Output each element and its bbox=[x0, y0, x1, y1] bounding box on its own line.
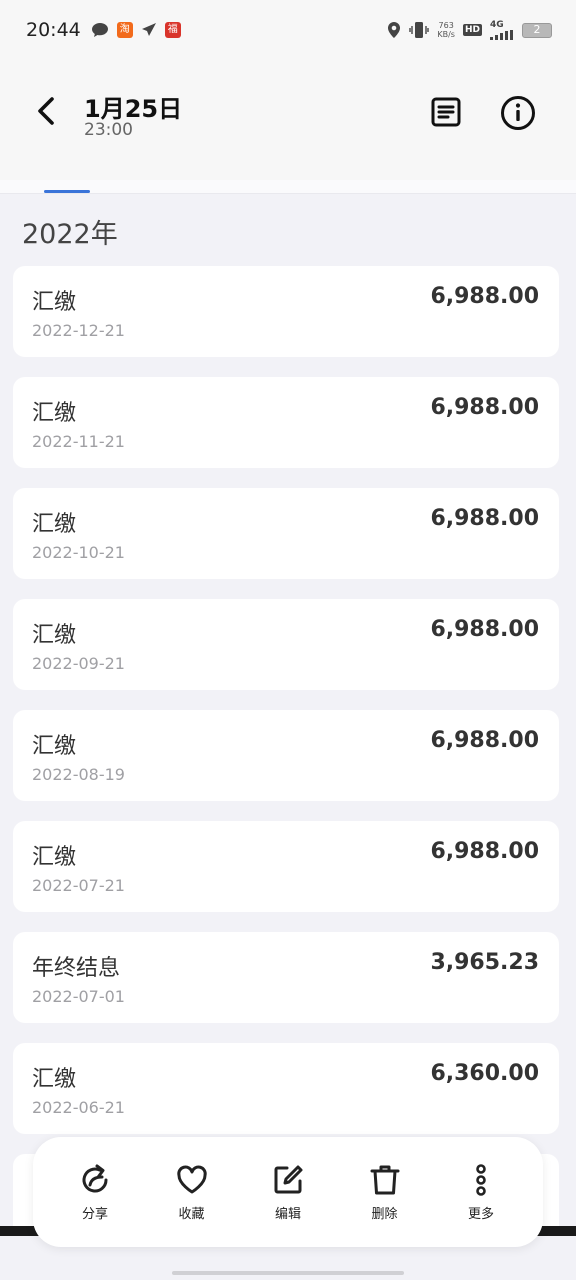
record-date: 2022-08-19 bbox=[32, 765, 125, 784]
page-subtitle-time: 23:00 bbox=[84, 120, 133, 140]
home-indicator[interactable] bbox=[172, 1271, 404, 1275]
record-type: 汇缴 bbox=[32, 290, 77, 315]
edit-label: 编辑 bbox=[274, 1207, 301, 1222]
year-heading: 2022年 bbox=[22, 219, 118, 250]
record-type: 汇缴 bbox=[32, 1067, 77, 1092]
status-time: 20:44 bbox=[26, 19, 81, 41]
record-type: 年终结息 bbox=[32, 956, 121, 981]
vibrate-icon bbox=[409, 21, 430, 39]
list-item[interactable]: 年终结息 2022-07-01 3,965.23 bbox=[13, 932, 559, 1023]
share-label: 分享 bbox=[81, 1207, 108, 1222]
delete-label: 删除 bbox=[371, 1207, 398, 1222]
action-bar: 分享 收藏 编辑 删除 更多 bbox=[33, 1137, 543, 1247]
document-icon bbox=[431, 97, 461, 127]
heart-icon bbox=[176, 1165, 207, 1194]
trash-icon bbox=[370, 1165, 399, 1195]
list-item[interactable]: 汇缴 2022-10-21 6,988.00 bbox=[13, 488, 559, 579]
record-type: 汇缴 bbox=[32, 845, 77, 870]
record-amount: 6,360.00 bbox=[430, 1061, 539, 1086]
list-item[interactable]: 汇缴 2022-12-21 6,988.00 bbox=[13, 266, 559, 357]
status-system-icons: 763 KB/s HD 4G 2 bbox=[387, 19, 552, 40]
more-icon bbox=[476, 1164, 486, 1196]
back-button[interactable] bbox=[32, 94, 62, 128]
record-amount: 6,988.00 bbox=[430, 506, 539, 531]
send-arrow-icon bbox=[141, 22, 157, 38]
network-type: 4G bbox=[490, 19, 504, 30]
favorite-button[interactable]: 收藏 bbox=[160, 1137, 224, 1247]
tab-indicator bbox=[44, 190, 90, 193]
list-item[interactable]: 汇缴 2022-11-21 6,988.00 bbox=[13, 377, 559, 468]
record-date: 2022-11-21 bbox=[32, 432, 125, 451]
list-item[interactable]: 汇缴 2022-06-21 6,360.00 bbox=[13, 1043, 559, 1134]
back-arrow-icon bbox=[38, 97, 54, 125]
more-button[interactable]: 更多 bbox=[449, 1137, 513, 1247]
status-notification-icons: 淘 福 bbox=[91, 22, 181, 38]
hd-voice-badge: HD bbox=[462, 24, 482, 36]
location-icon bbox=[387, 21, 401, 39]
edit-button[interactable]: 编辑 bbox=[256, 1137, 320, 1247]
battery-icon: 2 bbox=[522, 22, 552, 38]
record-date: 2022-09-21 bbox=[32, 654, 125, 673]
record-list: 汇缴 2022-12-21 6,988.00 汇缴 2022-11-21 6,9… bbox=[13, 266, 559, 1265]
favorite-label: 收藏 bbox=[178, 1207, 205, 1222]
record-type: 汇缴 bbox=[32, 512, 77, 537]
details-button[interactable] bbox=[430, 96, 462, 128]
list-item[interactable]: 汇缴 2022-07-21 6,988.00 bbox=[13, 821, 559, 912]
record-date: 2022-06-21 bbox=[32, 1098, 125, 1117]
share-button[interactable]: 分享 bbox=[63, 1137, 127, 1247]
info-button[interactable] bbox=[500, 95, 536, 131]
network-speed-value: 763 bbox=[438, 21, 454, 30]
record-date: 2022-10-21 bbox=[32, 543, 125, 562]
record-amount: 6,988.00 bbox=[430, 839, 539, 864]
network-speed-unit: KB/s bbox=[437, 30, 455, 39]
page-title: 1月25日 bbox=[84, 95, 183, 123]
more-label: 更多 bbox=[467, 1207, 494, 1222]
network-speed: 763 KB/s bbox=[437, 21, 455, 39]
record-date: 2022-07-01 bbox=[32, 987, 125, 1006]
record-type: 汇缴 bbox=[32, 623, 77, 648]
record-amount: 3,965.23 bbox=[430, 950, 539, 975]
record-type: 汇缴 bbox=[32, 401, 77, 426]
record-amount: 6,988.00 bbox=[430, 284, 539, 309]
share-icon bbox=[82, 1164, 108, 1193]
tab-strip bbox=[0, 180, 576, 194]
list-item[interactable]: 汇缴 2022-08-19 6,988.00 bbox=[13, 710, 559, 801]
info-icon bbox=[501, 96, 535, 130]
list-item[interactable]: 汇缴 2022-09-21 6,988.00 bbox=[13, 599, 559, 690]
taobao-app-icon: 淘 bbox=[116, 22, 133, 38]
fortune-app-icon: 福 bbox=[164, 22, 181, 38]
record-date: 2022-07-21 bbox=[32, 876, 125, 895]
edit-icon bbox=[274, 1165, 303, 1194]
delete-button[interactable]: 删除 bbox=[353, 1137, 417, 1247]
record-amount: 6,988.00 bbox=[430, 728, 539, 753]
record-date: 2022-12-21 bbox=[32, 321, 125, 340]
app-header: 1月25日 23:00 bbox=[0, 60, 576, 180]
signal-icon: 4G bbox=[490, 19, 514, 40]
record-type: 汇缴 bbox=[32, 734, 77, 759]
record-amount: 6,988.00 bbox=[430, 617, 539, 642]
chat-bubble-icon bbox=[91, 22, 109, 38]
page: 20:44 淘 福 763 KB/s HD 4G 2 1月25日 23:00 2… bbox=[0, 0, 576, 1280]
record-amount: 6,988.00 bbox=[430, 395, 539, 420]
status-bar: 20:44 淘 福 763 KB/s HD 4G 2 bbox=[0, 0, 576, 60]
